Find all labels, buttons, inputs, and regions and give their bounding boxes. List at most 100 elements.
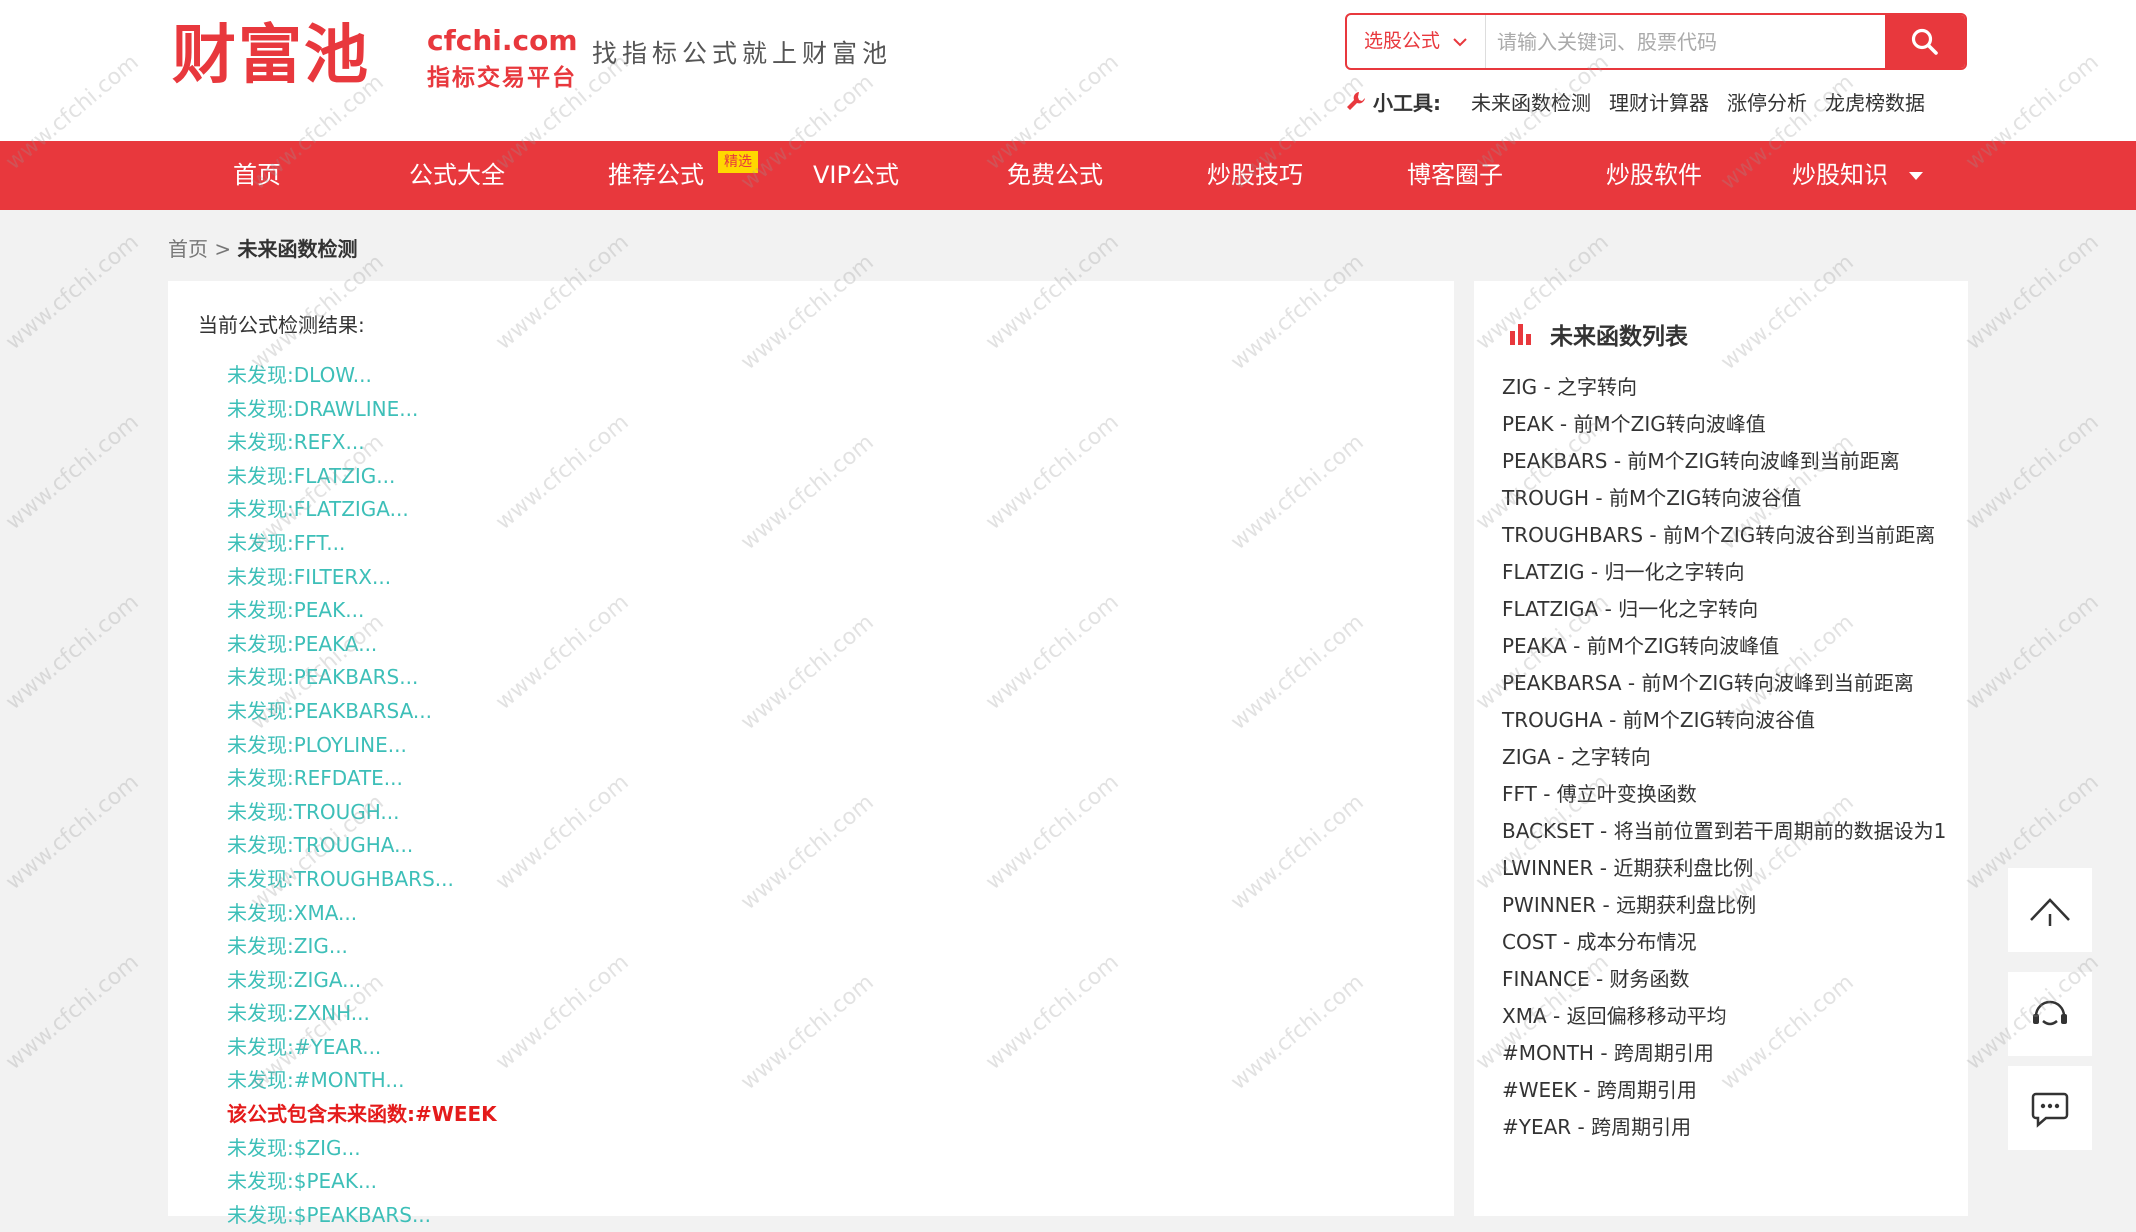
result-item: 未发现:PEAKA...	[227, 631, 378, 656]
chevron-down-icon	[1453, 37, 1467, 46]
watermark: www.cfchi.com	[1, 589, 144, 716]
tool-link-finance-calc[interactable]: 理财计算器	[1609, 87, 1709, 116]
future-function-item[interactable]: ZIG - 之字转向	[1502, 369, 1952, 406]
search-type-label: 选股公式	[1363, 30, 1440, 52]
tool-link-future-check[interactable]: 未来函数检测	[1471, 87, 1591, 116]
caret-down-icon	[1908, 172, 1923, 180]
site-slogan: 找指标公式就上财富池	[592, 39, 893, 68]
back-to-top-button[interactable]	[2008, 868, 2092, 952]
watermark: www.cfchi.com	[1, 229, 144, 356]
wrench-icon	[1347, 92, 1365, 110]
future-function-item[interactable]: TROUGH - 前M个ZIG转向波谷值	[1502, 480, 1952, 517]
result-item: 未发现:FFT...	[227, 530, 346, 555]
future-function-header: 未来函数列表	[1508, 317, 1688, 351]
future-function-title: 未来函数列表	[1550, 324, 1688, 350]
chat-button[interactable]	[2008, 1066, 2092, 1150]
logo-text: 财富池	[172, 18, 370, 93]
future-function-list: ZIG - 之字转向 PEAK - 前M个ZIG转向波峰值 PEAKBARS - 前…	[1502, 369, 1952, 1146]
result-item: 未发现:TROUGHBARS...	[227, 866, 454, 891]
future-function-item[interactable]: #WEEK - 跨周期引用	[1502, 1072, 1952, 1109]
search-button[interactable]	[1885, 15, 1965, 68]
future-function-item[interactable]: #MONTH - 跨周期引用	[1502, 1035, 1952, 1072]
nav-item-vip[interactable]: VIP公式	[813, 141, 899, 210]
nav-item-knowledge[interactable]: 炒股知识	[1792, 141, 1924, 210]
arrow-up-icon	[2030, 898, 2070, 926]
nav-item-tips[interactable]: 炒股技巧	[1207, 141, 1303, 210]
search-type-select[interactable]: 选股公式	[1347, 15, 1486, 68]
result-item-found: 该公式包含未来函数:#WEEK	[227, 1102, 497, 1127]
future-function-item[interactable]: FLATZIGA - 归一化之字转向	[1502, 591, 1952, 628]
main-nav: 首页 公式大全 推荐公式 精选 VIP公式 免费公式 炒股技巧 博客圈子 炒股软…	[0, 141, 2136, 210]
customer-service-button[interactable]	[2008, 972, 2092, 1056]
watermark: www.cfchi.com	[1, 769, 144, 896]
result-item: 未发现:XMA...	[227, 900, 358, 925]
future-function-item[interactable]: LWINNER - 近期获利盘比例	[1502, 850, 1952, 887]
result-item: 未发现:PLOYLINE...	[227, 732, 407, 757]
future-function-item[interactable]: FFT - 傅立叶变换函数	[1502, 776, 1952, 813]
future-function-item[interactable]: TROUGHBARS - 前M个ZIG转向波谷到当前距离	[1502, 517, 1952, 554]
watermark: www.cfchi.com	[1961, 229, 2104, 356]
chat-icon	[2031, 1092, 2069, 1128]
breadcrumb: 首页 > 未来函数检测	[168, 233, 357, 262]
future-function-item[interactable]: PEAKBARS - 前M个ZIG转向波峰到当前距离	[1502, 443, 1952, 480]
watermark: www.cfchi.com	[1961, 589, 2104, 716]
watermark: www.cfchi.com	[1, 949, 144, 1076]
result-item: 未发现:ZIGA...	[227, 967, 362, 992]
result-item: 未发现:#MONTH...	[227, 1068, 405, 1093]
result-item: 未发现:PEAKBARS...	[227, 665, 419, 690]
nav-item-formulas[interactable]: 公式大全	[409, 141, 505, 210]
future-function-item[interactable]: XMA - 返回偏移移动平均	[1502, 998, 1952, 1035]
nav-item-recommended[interactable]: 推荐公式	[608, 141, 704, 210]
result-item: 未发现:PEAK...	[227, 598, 365, 623]
result-list: 未发现:DLOW... 未发现:DRAWLINE... 未发现:REFX... 未发现…	[227, 359, 497, 1232]
result-item: 未发现:DRAWLINE...	[227, 396, 419, 421]
future-function-item[interactable]: FINANCE - 财务函数	[1502, 961, 1952, 998]
tool-link-limit-up[interactable]: 涨停分析	[1727, 87, 1807, 116]
site-header: 财富池 cfchi.com 指标交易平台 找指标公式就上财富池 选股公式 小工具…	[0, 0, 2136, 141]
watermark: www.cfchi.com	[1961, 409, 2104, 536]
breadcrumb-separator: >	[214, 237, 232, 261]
future-function-item[interactable]: PEAK - 前M个ZIG转向波峰值	[1502, 406, 1952, 443]
result-item: 未发现:TROUGHA...	[227, 833, 414, 858]
future-function-item[interactable]: PEAKA - 前M个ZIG转向波峰值	[1502, 628, 1952, 665]
breadcrumb-home[interactable]: 首页	[168, 237, 208, 261]
logo-domain: cfchi.com	[427, 24, 578, 57]
nav-item-home[interactable]: 首页	[233, 141, 281, 210]
future-function-item[interactable]: TROUGHA - 前M个ZIG转向波谷值	[1502, 702, 1952, 739]
result-item: 未发现:$PEAK...	[227, 1169, 378, 1194]
future-function-item[interactable]: PEAKBARSA - 前M个ZIG转向波峰到当前距离	[1502, 665, 1952, 702]
search-input[interactable]	[1495, 21, 1799, 63]
future-function-item[interactable]: BACKSET - 将当前位置到若干周期前的数据设为1	[1502, 813, 1952, 850]
result-item: 未发现:DLOW...	[227, 363, 372, 387]
tool-link-dragon-tiger[interactable]: 龙虎榜数据	[1825, 87, 1925, 116]
tools-bar: 小工具: 未来函数检测 理财计算器 涨停分析 龙虎榜数据	[1345, 86, 1943, 116]
future-function-item[interactable]: ZIGA - 之字转向	[1502, 739, 1952, 776]
nav-item-free[interactable]: 免费公式	[1007, 141, 1103, 210]
result-item: 未发现:FILTERX...	[227, 564, 392, 589]
result-item: 未发现:REFDATE...	[227, 766, 403, 791]
result-title: 当前公式检测结果:	[198, 313, 365, 337]
future-function-item[interactable]: PWINNER - 远期获利盘比例	[1502, 887, 1952, 924]
nav-item-blogs[interactable]: 博客圈子	[1407, 141, 1503, 210]
result-item: 未发现:$PEAKBARS...	[227, 1202, 432, 1227]
search-icon	[1911, 28, 1938, 55]
nav-item-software[interactable]: 炒股软件	[1606, 141, 1702, 210]
site-logo[interactable]: 财富池 cfchi.com 指标交易平台 找指标公式就上财富池	[172, 14, 892, 98]
result-item: 未发现:ZIG...	[227, 934, 348, 959]
breadcrumb-current: 未来函数检测	[237, 237, 358, 261]
future-function-panel: 未来函数列表 ZIG - 之字转向 PEAK - 前M个ZIG转向波峰值 PEAKB…	[1474, 281, 1968, 1216]
nav-item-knowledge-label: 炒股知识	[1792, 161, 1888, 189]
result-item: 未发现:FLATZIG...	[227, 463, 396, 488]
result-item: 未发现:$ZIG...	[227, 1135, 361, 1160]
featured-badge: 精选	[718, 151, 758, 173]
search-bar: 选股公式	[1345, 13, 1967, 70]
result-item: 未发现:FLATZIGA...	[227, 497, 409, 522]
result-item: 未发现:PEAKBARSA...	[227, 698, 432, 723]
future-function-item[interactable]: #YEAR - 跨周期引用	[1502, 1109, 1952, 1146]
watermark: www.cfchi.com	[1, 409, 144, 536]
result-item: 未发现:#YEAR...	[227, 1034, 382, 1059]
result-item: 未发现:ZXNH...	[227, 1001, 370, 1026]
tools-label: 小工具:	[1373, 90, 1441, 115]
future-function-item[interactable]: FLATZIG - 归一化之字转向	[1502, 554, 1952, 591]
future-function-item[interactable]: COST - 成本分布情况	[1502, 924, 1952, 961]
